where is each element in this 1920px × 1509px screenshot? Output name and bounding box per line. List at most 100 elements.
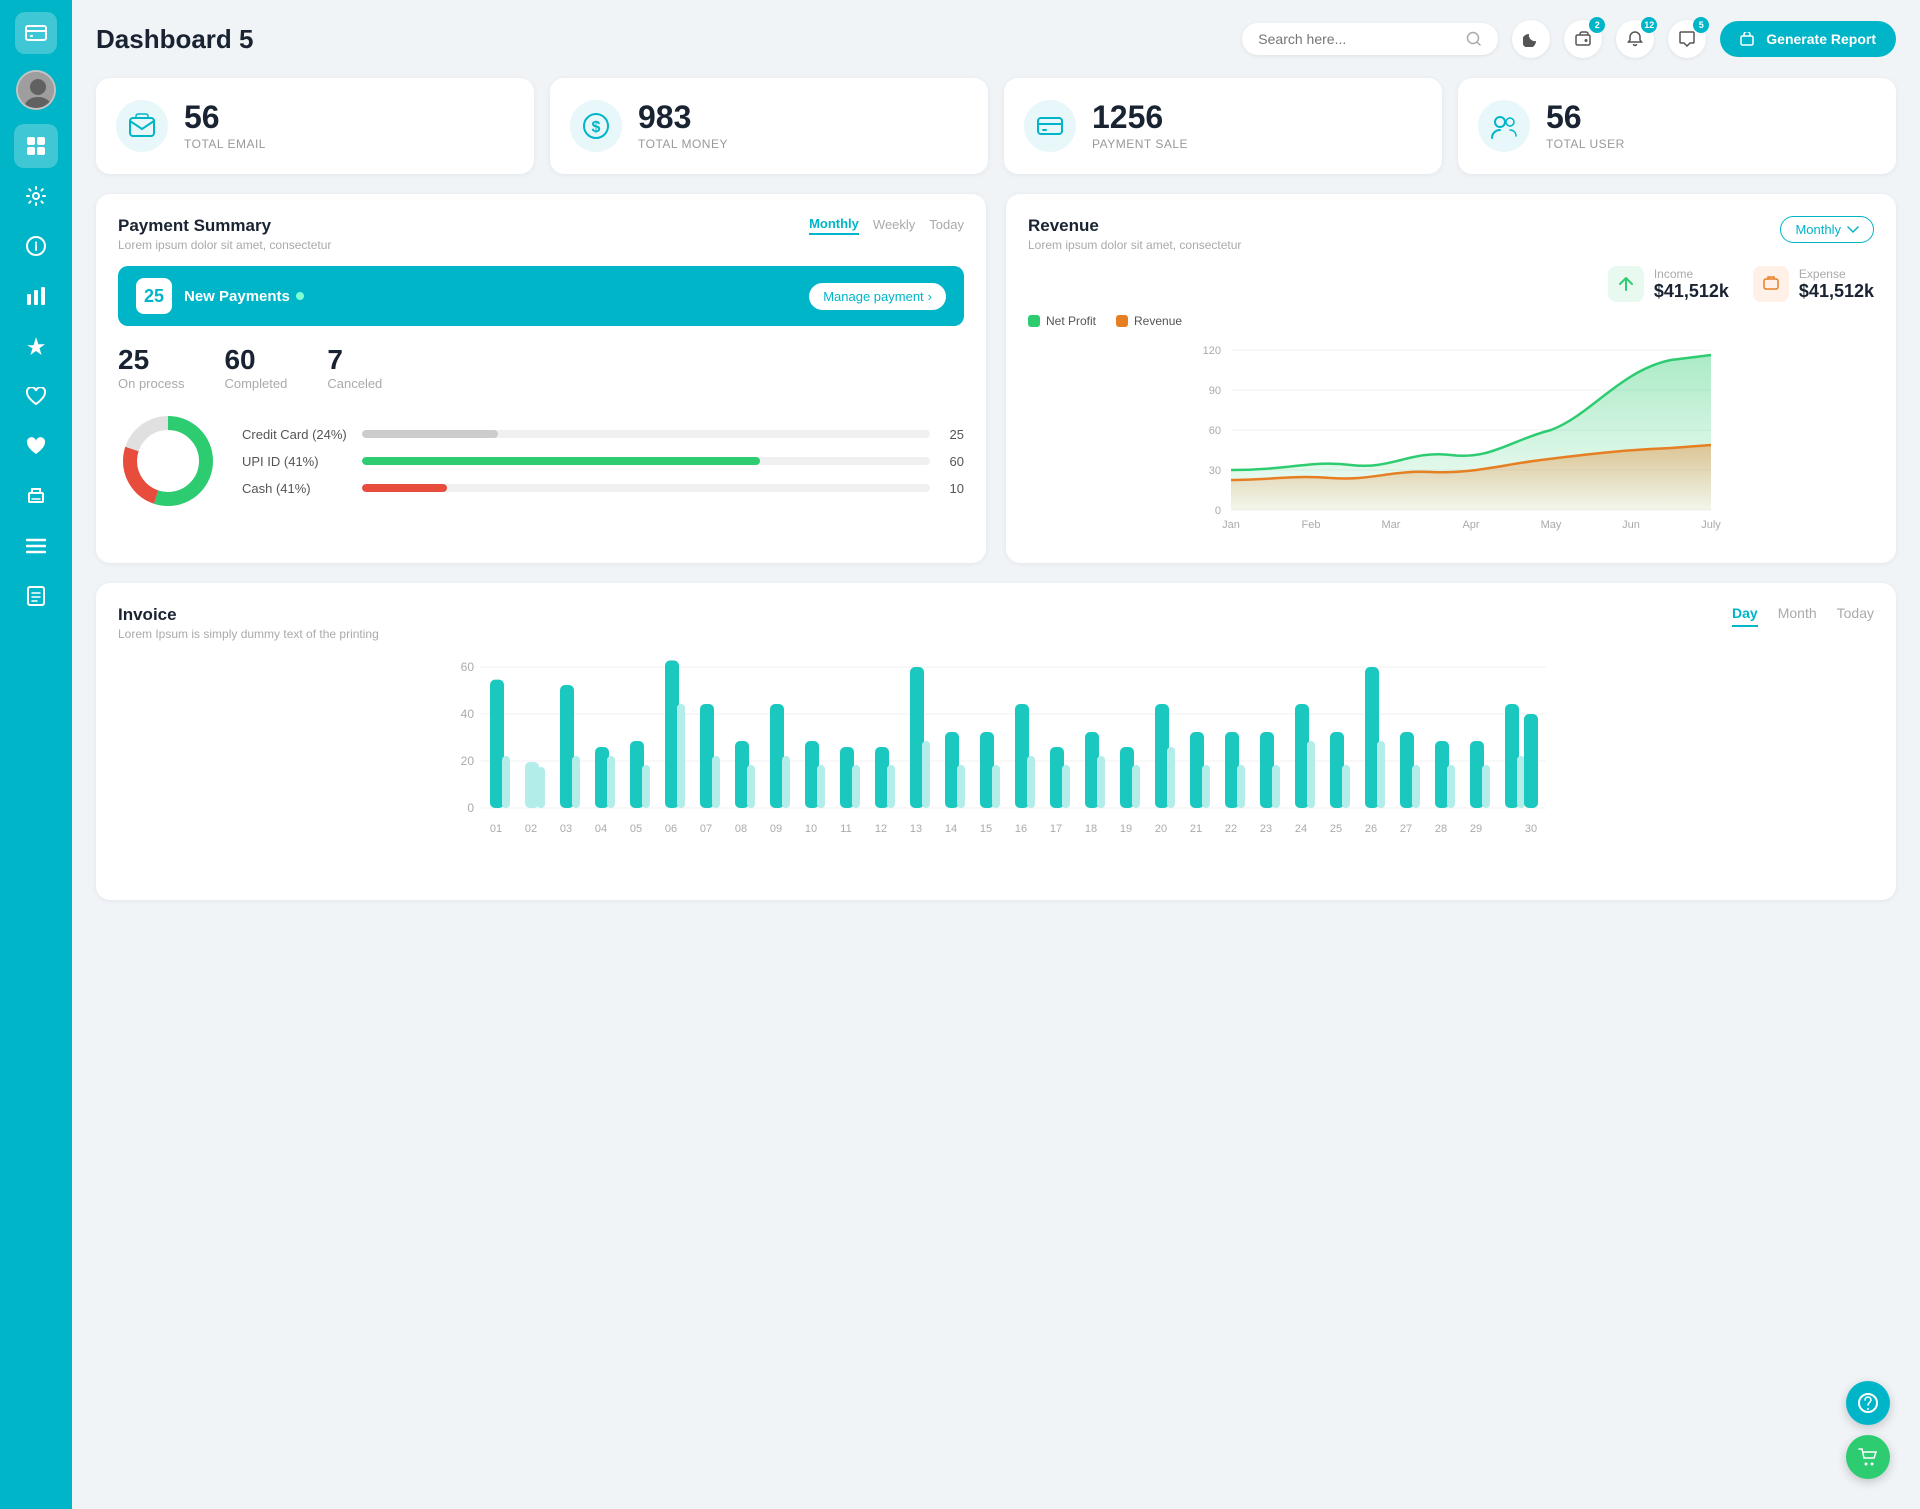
invoice-tab-day[interactable]: Day bbox=[1732, 605, 1758, 627]
panels-row: Payment Summary Lorem ipsum dolor sit am… bbox=[96, 194, 1896, 563]
invoice-tab-month[interactable]: Month bbox=[1778, 605, 1817, 627]
user-avatar[interactable] bbox=[16, 70, 56, 110]
stat-info-email: 56 TOTAL EMAIL bbox=[184, 101, 266, 151]
completed-num: 60 bbox=[224, 344, 287, 376]
fab-cart[interactable] bbox=[1846, 1435, 1890, 1479]
revenue-panel: Revenue Lorem ipsum dolor sit amet, cons… bbox=[1006, 194, 1896, 563]
email-icon bbox=[116, 100, 168, 152]
sidebar-item-info[interactable] bbox=[14, 224, 58, 268]
main-content: Dashboard 5 2 bbox=[72, 0, 1920, 1509]
cash-value: 10 bbox=[940, 481, 964, 496]
upi-bar-wrap bbox=[362, 457, 930, 465]
bell-icon-btn[interactable]: 12 bbox=[1616, 20, 1654, 58]
svg-text:0: 0 bbox=[1215, 505, 1221, 517]
stat-card-user: 56 TOTAL USER bbox=[1458, 78, 1896, 174]
revenue-legend: Net Profit Revenue bbox=[1028, 314, 1874, 328]
sidebar-item-list[interactable] bbox=[14, 524, 58, 568]
sidebar-item-settings[interactable] bbox=[14, 174, 58, 218]
svg-text:30: 30 bbox=[1209, 465, 1221, 477]
expense-label: Expense bbox=[1799, 267, 1874, 281]
payment-stats-row: 25 On process 60 Completed 7 Canceled bbox=[118, 344, 964, 391]
sidebar-item-chart[interactable] bbox=[14, 274, 58, 318]
svg-text:14: 14 bbox=[945, 823, 957, 835]
payment-summary-title-area: Payment Summary Lorem ipsum dolor sit am… bbox=[118, 216, 331, 252]
tab-today[interactable]: Today bbox=[929, 217, 964, 234]
invoice-tabs: Day Month Today bbox=[1732, 605, 1874, 627]
svg-text:06: 06 bbox=[665, 823, 677, 835]
svg-text:$: $ bbox=[592, 119, 601, 136]
revenue-header: Revenue Lorem ipsum dolor sit amet, cons… bbox=[1028, 216, 1874, 252]
credit-card-bar bbox=[362, 430, 498, 438]
invoice-chart: 60 40 20 0 bbox=[118, 657, 1874, 877]
search-box[interactable] bbox=[1242, 23, 1498, 55]
stat-info-money: 983 TOTAL MONEY bbox=[638, 101, 728, 151]
stat-number-email: 56 bbox=[184, 101, 266, 133]
sidebar-item-heartfill[interactable] bbox=[14, 424, 58, 468]
stat-on-process: 25 On process bbox=[118, 344, 184, 391]
chat-badge: 5 bbox=[1693, 17, 1709, 33]
sidebar-item-doc[interactable] bbox=[14, 574, 58, 618]
svg-text:08: 08 bbox=[735, 823, 747, 835]
sidebar-item-dashboard[interactable] bbox=[14, 124, 58, 168]
stats-grid: 56 TOTAL EMAIL $ 983 TOTAL MONEY bbox=[96, 78, 1896, 174]
progress-list: Credit Card (24%) 25 UPI ID (41%) 60 bbox=[242, 427, 964, 496]
invoice-tab-today[interactable]: Today bbox=[1837, 605, 1874, 627]
svg-text:21: 21 bbox=[1190, 823, 1202, 835]
svg-text:27: 27 bbox=[1400, 823, 1412, 835]
expense-icon bbox=[1753, 266, 1789, 302]
svg-text:120: 120 bbox=[1203, 345, 1221, 357]
invoice-subtitle: Lorem Ipsum is simply dummy text of the … bbox=[118, 627, 379, 641]
svg-text:03: 03 bbox=[560, 823, 572, 835]
svg-text:07: 07 bbox=[700, 823, 712, 835]
svg-text:40: 40 bbox=[461, 707, 475, 721]
upi-value: 60 bbox=[940, 454, 964, 469]
payment-summary-panel: Payment Summary Lorem ipsum dolor sit am… bbox=[96, 194, 986, 563]
stat-label-money: TOTAL MONEY bbox=[638, 137, 728, 151]
stat-info-payment: 1256 PAYMENT SALE bbox=[1092, 101, 1188, 151]
theme-toggle-btn[interactable] bbox=[1512, 20, 1550, 58]
sidebar-item-star[interactable] bbox=[14, 324, 58, 368]
stat-number-payment: 1256 bbox=[1092, 101, 1188, 133]
search-icon bbox=[1466, 31, 1482, 47]
svg-text:19: 19 bbox=[1120, 823, 1132, 835]
stat-label-payment: PAYMENT SALE bbox=[1092, 137, 1188, 151]
chat-icon-btn[interactable]: 5 bbox=[1668, 20, 1706, 58]
tab-monthly[interactable]: Monthly bbox=[809, 216, 859, 235]
invoice-header: Invoice Lorem Ipsum is simply dummy text… bbox=[118, 605, 1874, 641]
svg-text:05: 05 bbox=[630, 823, 642, 835]
revenue-title-area: Revenue Lorem ipsum dolor sit amet, cons… bbox=[1028, 216, 1241, 252]
credit-card-value: 25 bbox=[940, 427, 964, 442]
svg-text:0: 0 bbox=[467, 801, 474, 815]
on-process-num: 25 bbox=[118, 344, 184, 376]
revenue-title: Revenue bbox=[1028, 216, 1241, 236]
search-input[interactable] bbox=[1258, 31, 1458, 47]
progress-credit-card: Credit Card (24%) 25 bbox=[242, 427, 964, 442]
header-right: 2 12 5 Generate Report bbox=[1242, 20, 1896, 58]
svg-text:23: 23 bbox=[1260, 823, 1272, 835]
stat-canceled: 7 Canceled bbox=[327, 344, 382, 391]
new-payments-bar: 25 New Payments Manage payment › bbox=[118, 266, 964, 326]
generate-report-button[interactable]: Generate Report bbox=[1720, 21, 1896, 57]
expense-details: Expense $41,512k bbox=[1799, 267, 1874, 302]
invoice-title-area: Invoice Lorem Ipsum is simply dummy text… bbox=[118, 605, 379, 641]
svg-text:Mar: Mar bbox=[1382, 519, 1401, 531]
wallet-icon-btn[interactable]: 2 bbox=[1564, 20, 1602, 58]
svg-text:60: 60 bbox=[461, 660, 475, 674]
svg-text:02: 02 bbox=[525, 823, 537, 835]
stat-card-payment: 1256 PAYMENT SALE bbox=[1004, 78, 1442, 174]
payment-summary-header: Payment Summary Lorem ipsum dolor sit am… bbox=[118, 216, 964, 252]
fab-support[interactable] bbox=[1846, 1381, 1890, 1425]
svg-text:04: 04 bbox=[595, 823, 607, 835]
payment-details: Credit Card (24%) 25 UPI ID (41%) 60 bbox=[118, 411, 964, 511]
tab-weekly[interactable]: Weekly bbox=[873, 217, 915, 234]
manage-payment-link[interactable]: Manage payment › bbox=[809, 283, 946, 310]
revenue-monthly-dropdown[interactable]: Monthly bbox=[1780, 216, 1874, 243]
payment-summary-title: Payment Summary bbox=[118, 216, 331, 236]
sidebar-item-heart[interactable] bbox=[14, 374, 58, 418]
svg-text:29: 29 bbox=[1470, 823, 1482, 835]
svg-text:09: 09 bbox=[770, 823, 782, 835]
revenue-dot bbox=[1116, 315, 1128, 327]
expense-info: Expense $41,512k bbox=[1753, 266, 1874, 302]
sidebar-logo[interactable] bbox=[15, 12, 57, 54]
sidebar-item-print[interactable] bbox=[14, 474, 58, 518]
